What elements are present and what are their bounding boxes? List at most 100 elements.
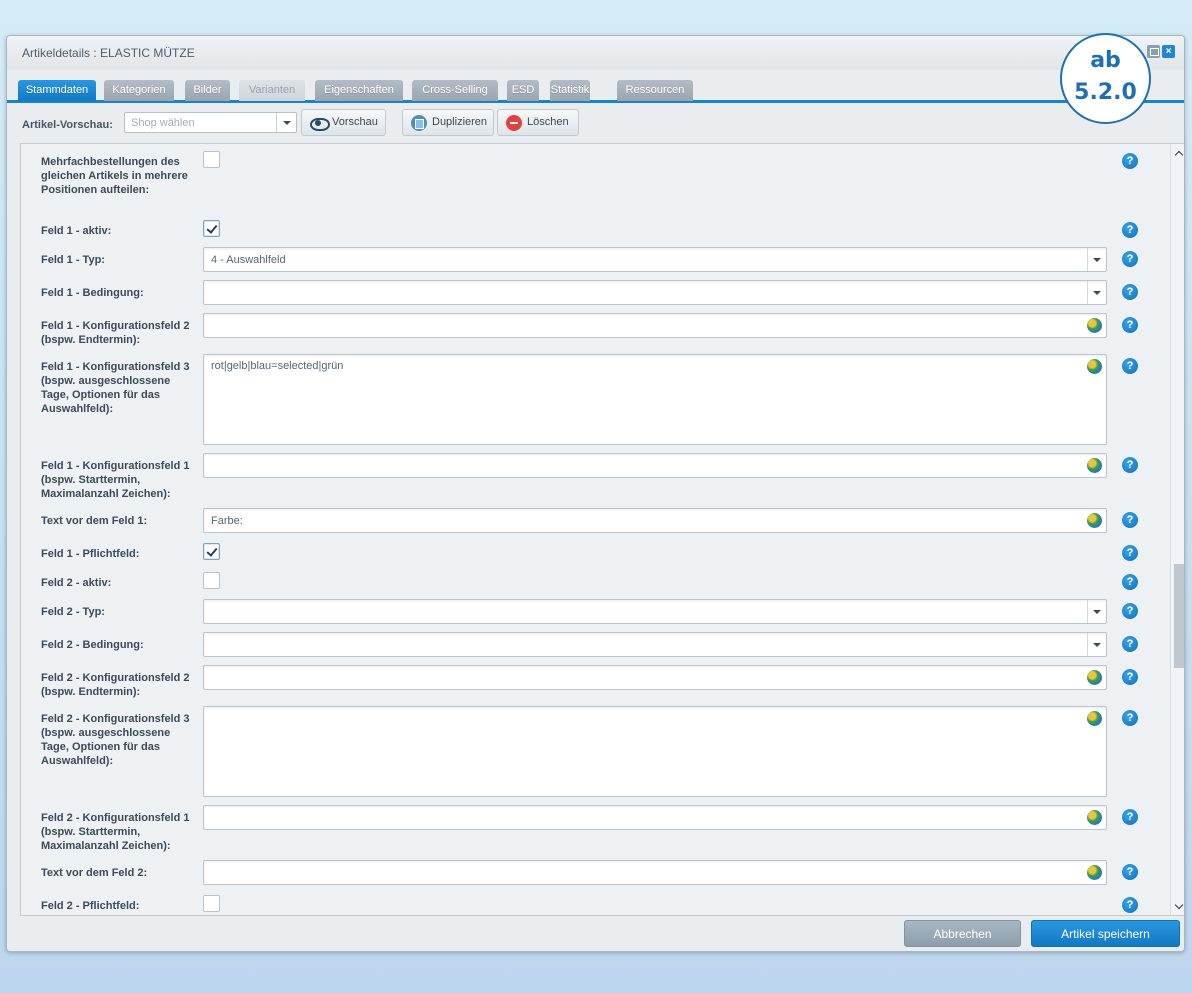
field-label: Feld 2 - Pflichtfeld: — [41, 900, 140, 912]
help-icon[interactable]: ? — [1122, 636, 1138, 652]
field2-active-checkbox[interactable] — [203, 572, 220, 589]
tab-ressourcen[interactable]: Ressourcen — [617, 80, 693, 101]
field2-pretext-input[interactable] — [203, 860, 1107, 885]
preview-button[interactable]: Vorschau — [301, 109, 386, 136]
globe-icon[interactable] — [1087, 865, 1102, 880]
field-label: Feld 1 - Bedingung: — [41, 287, 144, 299]
duplicate-icon — [411, 115, 427, 131]
field1-config2-input[interactable] — [203, 313, 1107, 338]
chevron-down-icon[interactable] — [276, 113, 296, 132]
version-badge: ab 5.2.0 — [1060, 33, 1151, 124]
delete-icon — [506, 115, 522, 131]
tab-statistik[interactable]: Statistik — [550, 80, 590, 101]
preview-label: Artikel-Vorschau: — [22, 119, 113, 131]
dialog-footer: Abbrechen Artikel speichern — [7, 917, 1184, 951]
window-title: Artikeldetails : ELASTIC MÜTZE — [22, 46, 195, 60]
tab-bar: Stammdaten Kategorien Bilder Varianten E… — [7, 79, 1184, 103]
tab-stammdaten[interactable]: Stammdaten — [18, 80, 96, 101]
duplicate-button-label: Duplizieren — [432, 116, 488, 128]
version-badge-line1: ab — [1090, 48, 1121, 73]
article-toolbar: Artikel-Vorschau: Shop wählen Vorschau D… — [7, 106, 1184, 142]
shop-select[interactable]: Shop wählen — [124, 112, 297, 133]
globe-icon[interactable] — [1087, 670, 1102, 685]
field2-type-select[interactable] — [203, 599, 1107, 624]
field2-config1-input[interactable] — [203, 805, 1107, 830]
field-label: Feld 1 - Konfigurationsfeld 3 (bspw. aus… — [41, 361, 190, 415]
help-icon[interactable]: ? — [1122, 603, 1138, 619]
help-icon[interactable]: ? — [1122, 251, 1138, 267]
close-icon[interactable]: × — [1162, 45, 1175, 58]
field1-config3-value: rot|gelb|blau=selected|grün — [211, 360, 344, 372]
field1-pretext-input[interactable]: Farbe: — [203, 508, 1107, 533]
field1-required-checkbox[interactable] — [203, 543, 220, 560]
field1-type-select[interactable]: 4 - Auswahlfeld — [203, 247, 1107, 272]
field-label: Feld 1 - Pflichtfeld: — [41, 548, 140, 560]
field-label: Feld 1 - aktiv: — [41, 225, 112, 237]
split-orders-checkbox[interactable] — [203, 151, 220, 168]
tab-eigenschaften[interactable]: Eigenschaften — [315, 80, 403, 101]
globe-icon[interactable] — [1087, 458, 1102, 473]
field-label: Feld 2 - Bedingung: — [41, 639, 144, 651]
field-label: Text vor dem Feld 2: — [41, 867, 148, 879]
globe-icon[interactable] — [1087, 318, 1102, 333]
cancel-button[interactable]: Abbrechen — [904, 920, 1021, 947]
field-label: Feld 2 - Konfigurationsfeld 1 (bspw. Sta… — [41, 812, 190, 852]
field1-config1-input[interactable] — [203, 453, 1107, 478]
form-panel: Mehrfachbestellungen des gleichen Artike… — [20, 143, 1184, 916]
field1-config3-textarea[interactable]: rot|gelb|blau=selected|grün — [203, 354, 1107, 445]
field-label: Text vor dem Feld 1: — [41, 515, 148, 527]
globe-icon[interactable] — [1087, 810, 1102, 825]
field-label: Feld 1 - Konfigurationsfeld 2 (bspw. End… — [41, 320, 190, 346]
field2-required-checkbox[interactable] — [203, 895, 220, 912]
help-icon[interactable]: ? — [1122, 897, 1138, 913]
field2-condition-select[interactable] — [203, 632, 1107, 657]
version-badge-line2: 5.2.0 — [1074, 80, 1137, 105]
help-icon[interactable]: ? — [1122, 809, 1138, 825]
help-icon[interactable]: ? — [1122, 574, 1138, 590]
chevron-down-icon[interactable] — [1087, 633, 1106, 656]
field1-condition-select[interactable] — [203, 280, 1107, 305]
help-icon[interactable]: ? — [1122, 358, 1138, 374]
field-label: Feld 1 - Konfigurationsfeld 1 (bspw. Sta… — [41, 460, 190, 500]
chevron-down-icon[interactable] — [1087, 281, 1106, 304]
help-icon[interactable]: ? — [1122, 457, 1138, 473]
chevron-down-icon[interactable] — [1087, 248, 1106, 271]
help-icon[interactable]: ? — [1122, 153, 1138, 169]
scroll-down-icon[interactable] — [1175, 902, 1183, 910]
help-icon[interactable]: ? — [1122, 710, 1138, 726]
tab-cross-selling[interactable]: Cross-Selling — [412, 80, 498, 101]
preview-button-label: Vorschau — [332, 116, 378, 128]
scroll-up-icon[interactable] — [1175, 149, 1183, 157]
help-icon[interactable]: ? — [1122, 512, 1138, 528]
help-icon[interactable]: ? — [1122, 864, 1138, 880]
tab-kategorien[interactable]: Kategorien — [104, 80, 174, 101]
help-icon[interactable]: ? — [1122, 284, 1138, 300]
delete-button[interactable]: Löschen — [497, 109, 579, 136]
field1-pretext-value: Farbe: — [211, 515, 243, 527]
field-label: Feld 2 - Typ: — [41, 606, 105, 618]
tab-bilder[interactable]: Bilder — [185, 80, 230, 101]
field-label: Feld 2 - Konfigurationsfeld 2 (bspw. End… — [41, 672, 190, 698]
window-titlebar[interactable]: Artikeldetails : ELASTIC MÜTZE × — [7, 36, 1184, 70]
help-icon[interactable]: ? — [1122, 317, 1138, 333]
field2-config2-input[interactable] — [203, 665, 1107, 690]
field1-active-checkbox[interactable] — [203, 220, 220, 237]
field-label: Feld 2 - Konfigurationsfeld 3 (bspw. aus… — [41, 713, 190, 767]
tab-varianten: Varianten — [239, 80, 305, 101]
globe-icon[interactable] — [1087, 359, 1102, 374]
field-label: Feld 1 - Typ: — [41, 254, 105, 266]
save-article-button[interactable]: Artikel speichern — [1031, 920, 1180, 947]
field-label: Mehrfachbestellungen des gleichen Artike… — [41, 156, 188, 196]
help-icon[interactable]: ? — [1122, 669, 1138, 685]
delete-button-label: Löschen — [527, 116, 569, 128]
tab-esd[interactable]: ESD — [507, 80, 539, 101]
help-icon[interactable]: ? — [1122, 222, 1138, 238]
help-icon[interactable]: ? — [1122, 545, 1138, 561]
globe-icon[interactable] — [1087, 711, 1102, 726]
duplicate-button[interactable]: Duplizieren — [402, 109, 494, 136]
scroll-thumb[interactable] — [1174, 564, 1184, 668]
vertical-scrollbar[interactable] — [1170, 144, 1184, 915]
globe-icon[interactable] — [1087, 513, 1102, 528]
chevron-down-icon[interactable] — [1087, 600, 1106, 623]
field2-config3-textarea[interactable] — [203, 706, 1107, 797]
